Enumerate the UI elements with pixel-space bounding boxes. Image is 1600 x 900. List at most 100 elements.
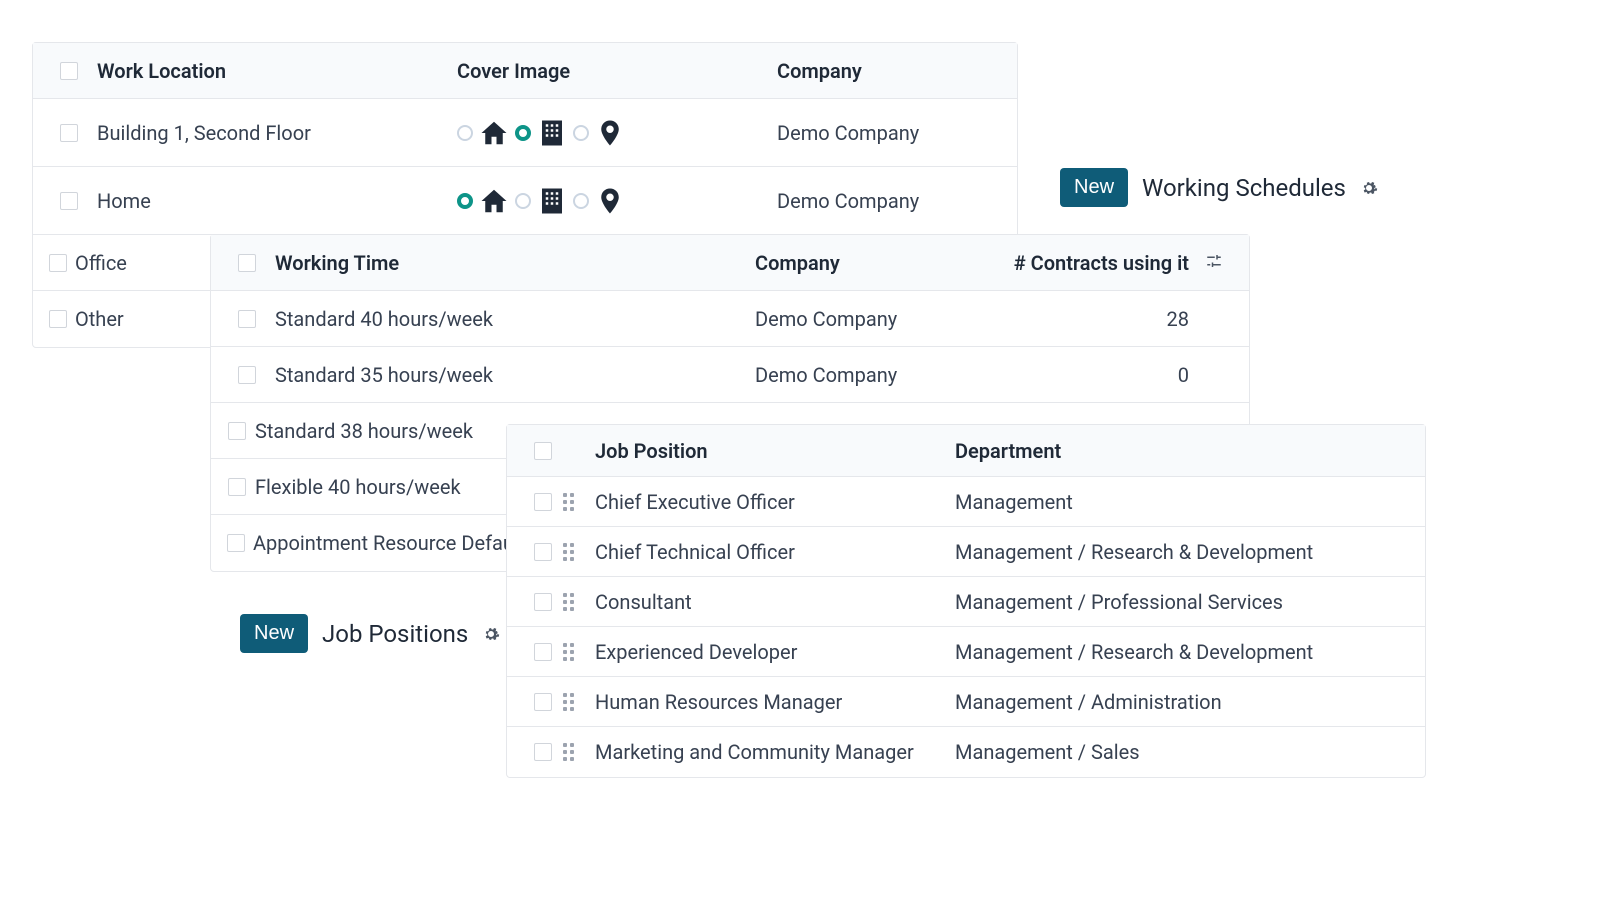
select-all-checkbox[interactable] xyxy=(60,62,78,80)
column-department[interactable]: Department xyxy=(947,439,1347,463)
row-checkbox[interactable] xyxy=(60,192,78,210)
map-marker-icon xyxy=(595,186,625,216)
table-row[interactable]: Experienced Developer Management / Resea… xyxy=(507,627,1425,677)
column-company[interactable]: Company xyxy=(769,59,989,83)
radio-option[interactable] xyxy=(457,125,473,141)
row-checkbox[interactable] xyxy=(534,743,552,761)
job-position-name: Human Resources Manager xyxy=(587,690,947,714)
table-row[interactable]: Standard 40 hours/week Demo Company 28 xyxy=(211,291,1249,347)
job-position-name: Chief Technical Officer xyxy=(587,540,947,564)
drag-handle-icon[interactable] xyxy=(563,593,587,611)
table-row[interactable]: Consultant Management / Professional Ser… xyxy=(507,577,1425,627)
table-row[interactable]: Marketing and Community Manager Manageme… xyxy=(507,727,1425,777)
drag-handle-icon[interactable] xyxy=(563,643,587,661)
radio-option[interactable] xyxy=(457,193,473,209)
job-position-name: Consultant xyxy=(587,590,947,614)
column-company[interactable]: Company xyxy=(747,251,997,275)
row-checkbox[interactable] xyxy=(534,643,552,661)
table-row[interactable]: Appointment Resource Default Calendar xyxy=(211,515,511,571)
drag-handle-icon[interactable] xyxy=(563,543,587,561)
job-positions-header: Job Position Department xyxy=(507,425,1425,477)
working-time-name: Standard 35 hours/week xyxy=(267,363,747,387)
table-row[interactable]: Standard 35 hours/week Demo Company 0 xyxy=(211,347,1249,403)
table-row[interactable]: Human Resources Manager Management / Adm… xyxy=(507,677,1425,727)
home-icon xyxy=(479,118,509,148)
radio-option[interactable] xyxy=(573,193,589,209)
row-checkbox[interactable] xyxy=(238,366,256,384)
row-checkbox[interactable] xyxy=(60,124,78,142)
work-location-name: Building 1, Second Floor xyxy=(89,121,449,145)
work-location-name: Other xyxy=(67,307,197,331)
job-position-name: Marketing and Community Manager xyxy=(587,740,947,764)
company-name: Demo Company xyxy=(769,189,989,213)
department-name: Management / Sales xyxy=(947,740,1347,764)
department-name: Management / Professional Services xyxy=(947,590,1347,614)
row-checkbox[interactable] xyxy=(534,493,552,511)
contracts-count: 0 xyxy=(997,363,1197,387)
drag-handle-icon[interactable] xyxy=(563,493,587,511)
table-row[interactable]: Chief Technical Officer Management / Res… xyxy=(507,527,1425,577)
radio-option[interactable] xyxy=(515,125,531,141)
working-time-name: Standard 38 hours/week xyxy=(247,419,495,443)
table-row[interactable]: Chief Executive Officer Management xyxy=(507,477,1425,527)
row-checkbox[interactable] xyxy=(534,543,552,561)
job-positions-title-area: New Job Positions xyxy=(240,614,500,653)
gear-icon[interactable] xyxy=(482,625,500,643)
department-name: Management xyxy=(947,490,1347,514)
company-name: Demo Company xyxy=(747,307,997,331)
cover-image-options xyxy=(449,186,769,216)
job-positions-table: Job Position Department Chief Executive … xyxy=(506,424,1426,778)
working-time-name: Standard 40 hours/week xyxy=(267,307,747,331)
row-checkbox[interactable] xyxy=(238,310,256,328)
table-row[interactable]: Standard 38 hours/week xyxy=(211,403,511,459)
cover-image-options xyxy=(449,118,769,148)
row-checkbox[interactable] xyxy=(49,310,67,328)
select-all-checkbox[interactable] xyxy=(534,442,552,460)
row-checkbox[interactable] xyxy=(534,693,552,711)
table-row[interactable]: Building 1, Second Floor Demo Company xyxy=(33,99,1017,167)
column-job-position[interactable]: Job Position xyxy=(587,439,947,463)
table-row[interactable]: Home Demo Company xyxy=(33,167,1017,235)
table-row[interactable]: Office xyxy=(33,235,213,291)
radio-option[interactable] xyxy=(573,125,589,141)
new-working-schedule-button[interactable]: New xyxy=(1060,168,1128,207)
work-location-name: Home xyxy=(89,189,449,213)
column-contracts[interactable]: # Contracts using it xyxy=(997,251,1197,275)
radio-option[interactable] xyxy=(515,193,531,209)
table-row[interactable]: Flexible 40 hours/week xyxy=(211,459,511,515)
home-icon xyxy=(479,186,509,216)
select-all-checkbox[interactable] xyxy=(238,254,256,272)
new-job-position-button[interactable]: New xyxy=(240,614,308,653)
drag-handle-icon[interactable] xyxy=(563,693,587,711)
company-name: Demo Company xyxy=(769,121,989,145)
work-locations-header: Work Location Cover Image Company xyxy=(33,43,1017,99)
department-name: Management / Administration xyxy=(947,690,1347,714)
building-icon xyxy=(537,118,567,148)
row-checkbox[interactable] xyxy=(228,478,246,496)
working-schedules-title: Working Schedules xyxy=(1142,174,1346,202)
column-cover-image[interactable]: Cover Image xyxy=(449,59,769,83)
column-work-location[interactable]: Work Location xyxy=(89,59,449,83)
column-working-time[interactable]: Working Time xyxy=(267,251,747,275)
row-checkbox[interactable] xyxy=(49,254,67,272)
drag-handle-icon[interactable] xyxy=(563,743,587,761)
gear-icon[interactable] xyxy=(1360,179,1378,197)
department-name: Management / Research & Development xyxy=(947,540,1347,564)
table-row[interactable]: Other xyxy=(33,291,213,347)
working-time-name: Flexible 40 hours/week xyxy=(247,475,495,499)
company-name: Demo Company xyxy=(747,363,997,387)
building-icon xyxy=(537,186,567,216)
map-marker-icon xyxy=(595,118,625,148)
department-name: Management / Research & Development xyxy=(947,640,1347,664)
contracts-count: 28 xyxy=(997,307,1197,331)
sliders-icon[interactable] xyxy=(1205,252,1223,270)
work-location-name: Office xyxy=(67,251,197,275)
row-checkbox[interactable] xyxy=(227,534,245,552)
job-position-name: Chief Executive Officer xyxy=(587,490,947,514)
row-checkbox[interactable] xyxy=(228,422,246,440)
job-position-name: Experienced Developer xyxy=(587,640,947,664)
working-times-header: Working Time Company # Contracts using i… xyxy=(211,235,1249,291)
working-schedules-title-area: New Working Schedules xyxy=(1060,168,1378,207)
row-checkbox[interactable] xyxy=(534,593,552,611)
job-positions-title: Job Positions xyxy=(322,620,468,648)
